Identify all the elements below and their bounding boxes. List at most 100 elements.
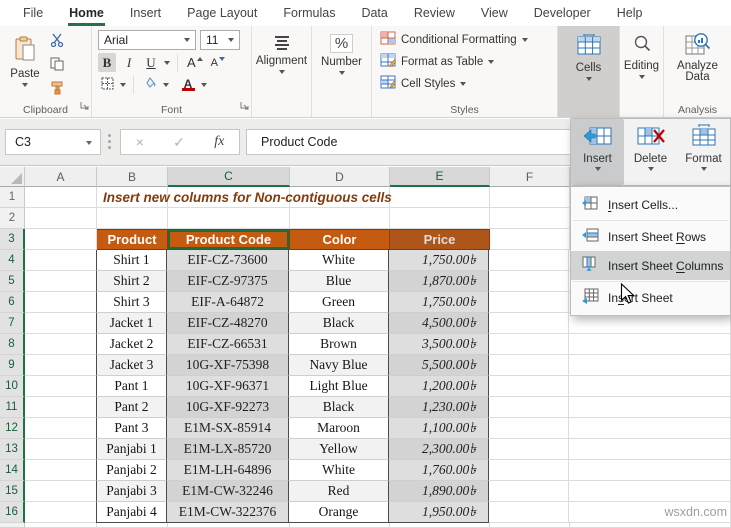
cell-color[interactable]: Black xyxy=(289,397,389,418)
cell[interactable] xyxy=(25,460,97,481)
cell[interactable] xyxy=(25,376,97,397)
cell-product[interactable]: Panjabi 1 xyxy=(96,439,167,460)
underline-button[interactable]: U xyxy=(142,53,160,72)
cell[interactable] xyxy=(168,208,290,229)
number-button[interactable]: % Number xyxy=(312,26,371,117)
shrink-font-button[interactable]: A xyxy=(209,53,227,72)
cancel-icon[interactable]: × xyxy=(136,134,144,150)
column-header-a[interactable]: A xyxy=(25,167,97,187)
row-header[interactable]: 5 xyxy=(0,271,25,292)
cell[interactable] xyxy=(25,250,97,271)
column-header-f[interactable]: F xyxy=(490,167,570,187)
cell-price[interactable]: 1,890.00৳ xyxy=(389,481,489,502)
row-header[interactable]: 15 xyxy=(0,481,25,502)
menu-item-insert-sheet[interactable]: Insert Sheet xyxy=(571,283,730,312)
clipboard-dialog-launcher-icon[interactable] xyxy=(80,97,89,115)
tab-view[interactable]: View xyxy=(468,0,521,26)
cell-product[interactable]: Pant 1 xyxy=(96,376,167,397)
font-color-chevron-icon[interactable] xyxy=(201,82,207,87)
insert-dropdown-button[interactable]: Insert xyxy=(571,119,624,185)
column-header-d[interactable]: D xyxy=(290,167,390,187)
editing-button[interactable]: Editing xyxy=(620,26,663,117)
tab-file[interactable]: File xyxy=(10,0,56,26)
cell[interactable] xyxy=(25,334,97,355)
tab-page-layout[interactable]: Page Layout xyxy=(174,0,270,26)
menu-item-insert-cells[interactable]: Insert Cells... xyxy=(571,190,730,219)
format-painter-button[interactable] xyxy=(50,81,64,100)
enter-icon[interactable]: ✓ xyxy=(173,134,185,151)
cell-product-code[interactable]: 10G-XF-75398 xyxy=(167,355,289,376)
cell-price[interactable]: 5,500.00৳ xyxy=(389,355,489,376)
cell-product-code[interactable]: EIF-CZ-73600 xyxy=(167,250,289,271)
cell[interactable] xyxy=(489,250,569,271)
cell[interactable] xyxy=(489,439,569,460)
cell-color[interactable]: Red xyxy=(289,481,389,502)
cell-color[interactable]: Navy Blue xyxy=(289,355,389,376)
cell[interactable] xyxy=(489,397,569,418)
cell-product[interactable]: Jacket 1 xyxy=(96,313,167,334)
cell[interactable] xyxy=(489,502,569,523)
tab-review[interactable]: Review xyxy=(401,0,468,26)
cell[interactable] xyxy=(25,271,97,292)
tab-data[interactable]: Data xyxy=(348,0,400,26)
row-header[interactable]: 11 xyxy=(0,397,25,418)
header-cell-product[interactable]: Product xyxy=(97,229,168,250)
cell[interactable] xyxy=(489,418,569,439)
borders-button[interactable] xyxy=(98,75,116,94)
column-header-e[interactable]: E xyxy=(390,167,490,187)
column-header-b[interactable]: B xyxy=(97,167,168,187)
cell-price[interactable]: 4,500.00৳ xyxy=(389,313,489,334)
cell[interactable] xyxy=(25,481,97,502)
cell-styles-button[interactable]: Cell Styles xyxy=(380,75,551,92)
cell-color[interactable]: Light Blue xyxy=(289,376,389,397)
tab-formulas[interactable]: Formulas xyxy=(270,0,348,26)
row-header[interactable]: 9 xyxy=(0,355,25,376)
cell-product[interactable]: Pant 2 xyxy=(96,397,167,418)
cell[interactable] xyxy=(25,292,97,313)
cell[interactable] xyxy=(390,187,490,208)
cells-button[interactable]: Cells xyxy=(558,26,619,117)
row-header[interactable]: 3 xyxy=(0,229,25,250)
cell-product-code[interactable]: E1M-LX-85720 xyxy=(167,439,289,460)
cell-product[interactable]: Shirt 2 xyxy=(96,271,167,292)
row-header[interactable]: 8 xyxy=(0,334,25,355)
copy-button[interactable] xyxy=(50,57,64,76)
cell-color[interactable]: Brown xyxy=(289,334,389,355)
delete-dropdown-button[interactable]: Delete xyxy=(624,119,677,185)
cell-color[interactable]: Maroon xyxy=(289,418,389,439)
fill-color-chevron-icon[interactable] xyxy=(163,82,169,87)
cell-product-code[interactable]: E1M-CW-322376 xyxy=(167,502,289,523)
row-header[interactable]: 6 xyxy=(0,292,25,313)
row-header[interactable]: 16 xyxy=(0,502,25,523)
cell[interactable] xyxy=(25,397,97,418)
cell[interactable] xyxy=(489,334,569,355)
conditional-formatting-button[interactable]: Conditional Formatting xyxy=(380,31,551,48)
cell-product-code[interactable]: EIF-CZ-48270 xyxy=(167,313,289,334)
cell-color[interactable]: White xyxy=(289,460,389,481)
alignment-button[interactable]: Alignment xyxy=(252,26,311,117)
cell-color[interactable]: Orange xyxy=(289,502,389,523)
cell-color[interactable]: Black xyxy=(289,313,389,334)
row-header[interactable]: 2 xyxy=(0,208,25,229)
font-name-select[interactable]: Arial xyxy=(98,30,196,50)
row-header[interactable]: 7 xyxy=(0,313,25,334)
fill-color-button[interactable] xyxy=(141,75,159,94)
cell[interactable] xyxy=(489,355,569,376)
cell[interactable] xyxy=(97,208,168,229)
cell-color[interactable]: Yellow xyxy=(289,439,389,460)
cell[interactable] xyxy=(390,208,490,229)
paste-button[interactable]: Paste xyxy=(6,30,44,103)
cell-color[interactable]: White xyxy=(289,250,389,271)
cell[interactable] xyxy=(25,187,97,208)
menu-item-insert-sheet-columns[interactable]: Insert Sheet Columns xyxy=(571,251,730,280)
cell-price[interactable]: 1,950.00৳ xyxy=(389,502,489,523)
tab-home[interactable]: Home xyxy=(56,0,117,26)
cell[interactable] xyxy=(490,208,570,229)
cell[interactable] xyxy=(25,313,97,334)
name-box[interactable]: C3 xyxy=(5,129,101,155)
cell-product-code[interactable]: E1M-CW-32246 xyxy=(167,481,289,502)
cell-product[interactable]: Pant 3 xyxy=(96,418,167,439)
cell[interactable] xyxy=(25,208,97,229)
column-header-c[interactable]: C xyxy=(168,167,290,187)
cell[interactable] xyxy=(25,439,97,460)
